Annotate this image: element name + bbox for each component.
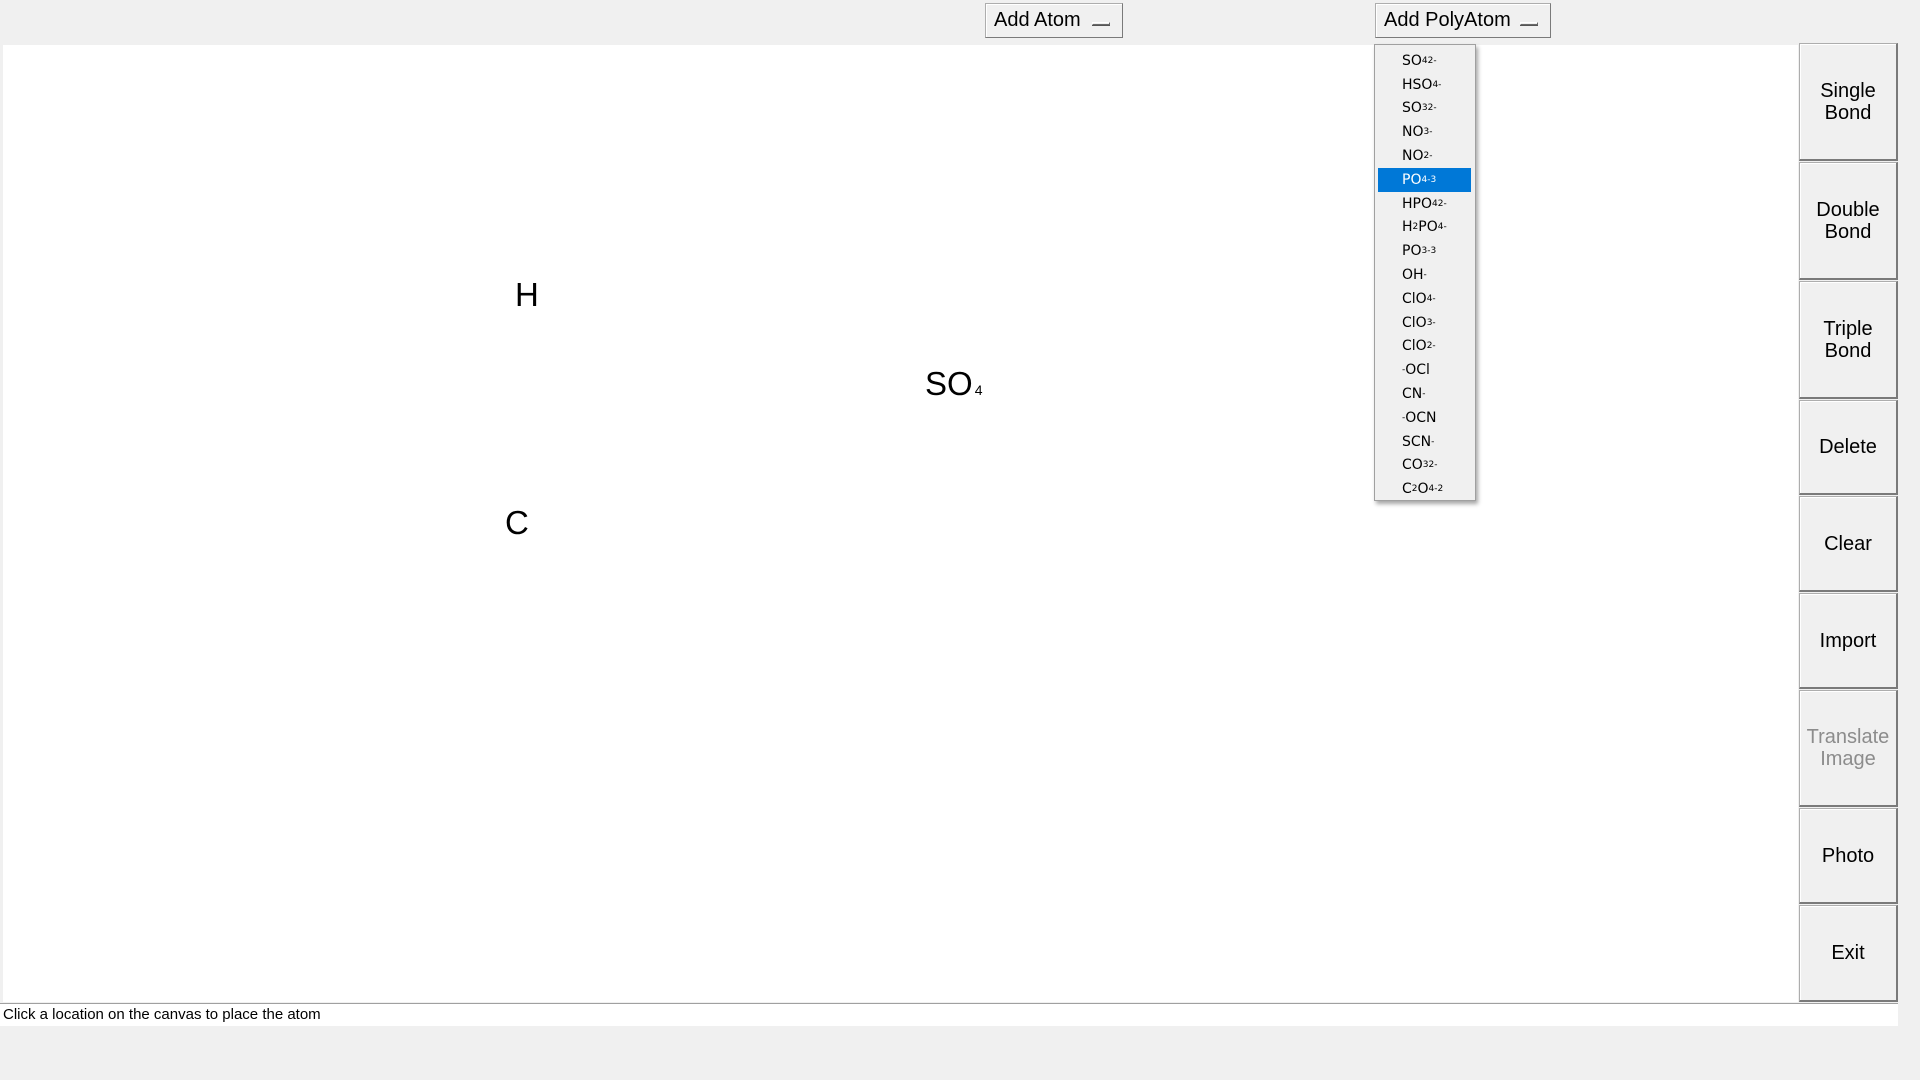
formula-part: - <box>1432 317 1436 328</box>
formula-part: - <box>1432 341 1436 352</box>
atom-symbol: H <box>515 276 539 313</box>
polyatom-menu-item[interactable]: ClO 2- <box>1378 335 1471 359</box>
exit-button[interactable]: Exit <box>1799 905 1898 1002</box>
formula-part: - <box>1422 389 1426 400</box>
translate-image-button[interactable]: Translate Image <box>1799 690 1898 807</box>
single-bond-button[interactable]: Single Bond <box>1799 43 1898 161</box>
dropdown-indicator-icon <box>1520 22 1538 25</box>
polyatom-menu-item[interactable]: CO 3 2- <box>1378 454 1471 478</box>
formula-part: - <box>1438 79 1442 90</box>
formula-part: - <box>1431 436 1435 447</box>
double-bond-button[interactable]: Double Bond <box>1799 162 1898 280</box>
polyatom-menu-item[interactable]: HPO 4 2- <box>1378 192 1471 216</box>
formula-part: -3 <box>1427 246 1437 257</box>
atom-symbol: C <box>505 504 529 541</box>
formula-part: H <box>1402 219 1413 236</box>
formula-part: HPO <box>1402 195 1432 212</box>
add-polyatom-menubutton[interactable]: Add PolyAtom <box>1375 3 1551 38</box>
formula-part: - <box>1432 293 1436 304</box>
formula-part: SO <box>1402 100 1422 117</box>
formula-part: O <box>1417 481 1429 498</box>
polyatom-menu-item[interactable]: SCN - <box>1378 430 1471 454</box>
polyatom-menu-item[interactable]: NO 3- <box>1378 120 1471 144</box>
formula-part: ClO <box>1402 338 1427 355</box>
polyatom-menu-item[interactable]: C 2 O 4 -2 <box>1378 477 1471 501</box>
atom-subscript: 4 <box>974 382 983 398</box>
photo-button[interactable]: Photo <box>1799 808 1898 904</box>
formula-part: 2- <box>1427 55 1437 66</box>
status-bar: Click a location on the canvas to place … <box>0 1003 1898 1026</box>
delete-button[interactable]: Delete <box>1799 400 1898 495</box>
formula-part: NO <box>1402 148 1424 165</box>
formula-part: PO <box>1418 219 1438 236</box>
polyatom-menu-item[interactable]: - OCN <box>1378 406 1471 430</box>
polyatom-menu-item[interactable]: OH - <box>1378 263 1471 287</box>
formula-part: SO <box>1402 52 1422 69</box>
formula-part: ClO <box>1402 290 1427 307</box>
polyatom-menu-item[interactable]: ClO 3- <box>1378 311 1471 335</box>
atom-label[interactable]: C <box>505 506 529 539</box>
status-text: Click a location on the canvas to place … <box>3 1006 321 1023</box>
formula-part: -2 <box>1434 484 1444 495</box>
polyatom-menu-item[interactable]: PO 3 -3 <box>1378 239 1471 263</box>
clear-button[interactable]: Clear <box>1799 496 1898 592</box>
formula-part: OH <box>1402 267 1424 284</box>
atom-label[interactable]: H <box>515 278 539 311</box>
polyatom-menu-item[interactable]: SO 3 2- <box>1378 97 1471 121</box>
formula-part: - <box>1423 270 1427 281</box>
formula-part: HSO <box>1402 76 1433 93</box>
formula-part: -3 <box>1427 174 1437 185</box>
formula-part: C <box>1402 481 1412 498</box>
formula-part: PO <box>1402 243 1422 260</box>
import-button[interactable]: Import <box>1799 593 1898 689</box>
triple-bond-button[interactable]: Triple Bond <box>1799 281 1898 399</box>
polyatom-menu-item[interactable]: - OCl <box>1378 358 1471 382</box>
polyatom-menu-item[interactable]: PO 4 -3 <box>1378 167 1471 192</box>
dropdown-indicator-icon <box>1092 22 1110 25</box>
formula-part: NO <box>1402 124 1424 141</box>
app-window: Add Atom Add PolyAtom H C SO 4 SO 4 2- HSO 4-… <box>0 0 1920 1080</box>
polyatom-menu-item[interactable]: HSO 4- <box>1378 73 1471 97</box>
polyatom-menu-item[interactable]: NO 2- <box>1378 144 1471 168</box>
add-polyatom-label: Add PolyAtom <box>1384 9 1511 31</box>
polyatom-dropdown-menu: SO 4 2- HSO 4- SO 3 2- NO 3- NO 2- PO 4 -3 HPO 4 2- H 2 PO 4-… <box>1374 44 1476 501</box>
formula-part: 2- <box>1437 198 1447 209</box>
formula-part: ClO <box>1402 314 1427 331</box>
polyatom-menu-item[interactable]: ClO 4- <box>1378 287 1471 311</box>
atom-symbol: SO <box>925 365 973 402</box>
add-atom-label: Add Atom <box>994 9 1081 31</box>
formula-part: - <box>1429 151 1433 162</box>
formula-part: OCN <box>1405 409 1437 426</box>
polyatom-menu-item[interactable]: H 2 PO 4- <box>1378 216 1471 240</box>
polyatom-menu-item[interactable]: CN - <box>1378 382 1471 406</box>
formula-part: CN <box>1402 386 1423 403</box>
drawing-canvas[interactable]: H C SO 4 <box>3 45 1798 1002</box>
formula-part: - <box>1443 222 1447 233</box>
add-atom-menubutton[interactable]: Add Atom <box>985 3 1123 38</box>
formula-part: - <box>1429 127 1433 138</box>
formula-part: 2- <box>1427 103 1437 114</box>
polyatom-label[interactable]: SO 4 <box>925 367 982 400</box>
polyatom-menu-item[interactable]: SO 4 2- <box>1378 49 1471 73</box>
formula-part: PO <box>1402 171 1422 188</box>
formula-part: SCN <box>1402 433 1432 450</box>
formula-part: CO <box>1402 457 1423 474</box>
formula-part: OCl <box>1405 362 1430 379</box>
formula-part: 2- <box>1428 460 1438 471</box>
